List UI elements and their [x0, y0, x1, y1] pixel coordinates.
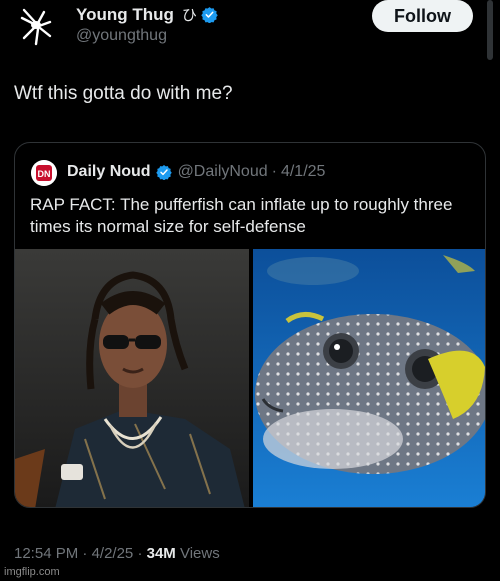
quote-separator: · — [271, 163, 277, 180]
photo-rapper[interactable] — [15, 249, 249, 507]
quote-avatar[interactable]: DN — [31, 160, 57, 186]
quote-date[interactable]: 4/1/25 — [281, 163, 325, 181]
verified-badge-icon — [155, 165, 172, 180]
tweet-text: Wtf this gotta do with me? — [14, 83, 233, 104]
follow-button[interactable]: Follow — [372, 0, 473, 32]
meta-separator: · — [137, 545, 143, 562]
author-display-name[interactable]: Young Thug — [76, 5, 174, 25]
quote-header: Daily Noud @DailyNoud · 4/1/25 — [67, 163, 325, 181]
author-avatar[interactable] — [14, 4, 58, 48]
rapper-illustration — [15, 249, 249, 507]
quote-text: RAP FACT: The pufferfish can inflate up … — [30, 195, 453, 236]
quote-display-name[interactable]: Daily Noud — [67, 163, 151, 181]
author-name-glyph: ひ — [181, 7, 197, 24]
photo-pufferfish[interactable] — [253, 249, 485, 507]
daily-noud-logo-icon: DN — [31, 160, 57, 186]
quote-tweet-card[interactable]: DN Daily Noud @DailyNoud · 4/1/25 RAP FA… — [14, 142, 486, 508]
author-name-row[interactable]: Young Thug ひ — [76, 4, 218, 25]
meta-separator: · — [82, 545, 88, 562]
quote-avatar-text: DN — [38, 169, 51, 179]
tweet-meta: 12:54 PM · 4/2/25 · 34M Views — [14, 545, 220, 562]
author-handle[interactable]: @youngthug — [76, 27, 167, 45]
quote-handle[interactable]: @DailyNoud — [178, 163, 268, 181]
scrollbar[interactable] — [487, 0, 493, 60]
verified-badge-icon — [201, 7, 218, 23]
quote-media[interactable] — [15, 249, 485, 507]
views-label: Views — [179, 545, 220, 562]
spider-logo-icon — [20, 8, 52, 46]
tweet-time[interactable]: 12:54 PM — [14, 545, 78, 562]
imgflip-watermark: imgflip.com — [4, 566, 60, 578]
tweet-date[interactable]: 4/2/25 — [92, 545, 134, 562]
pufferfish-illustration — [253, 249, 485, 507]
views-count[interactable]: 34M — [147, 545, 176, 562]
